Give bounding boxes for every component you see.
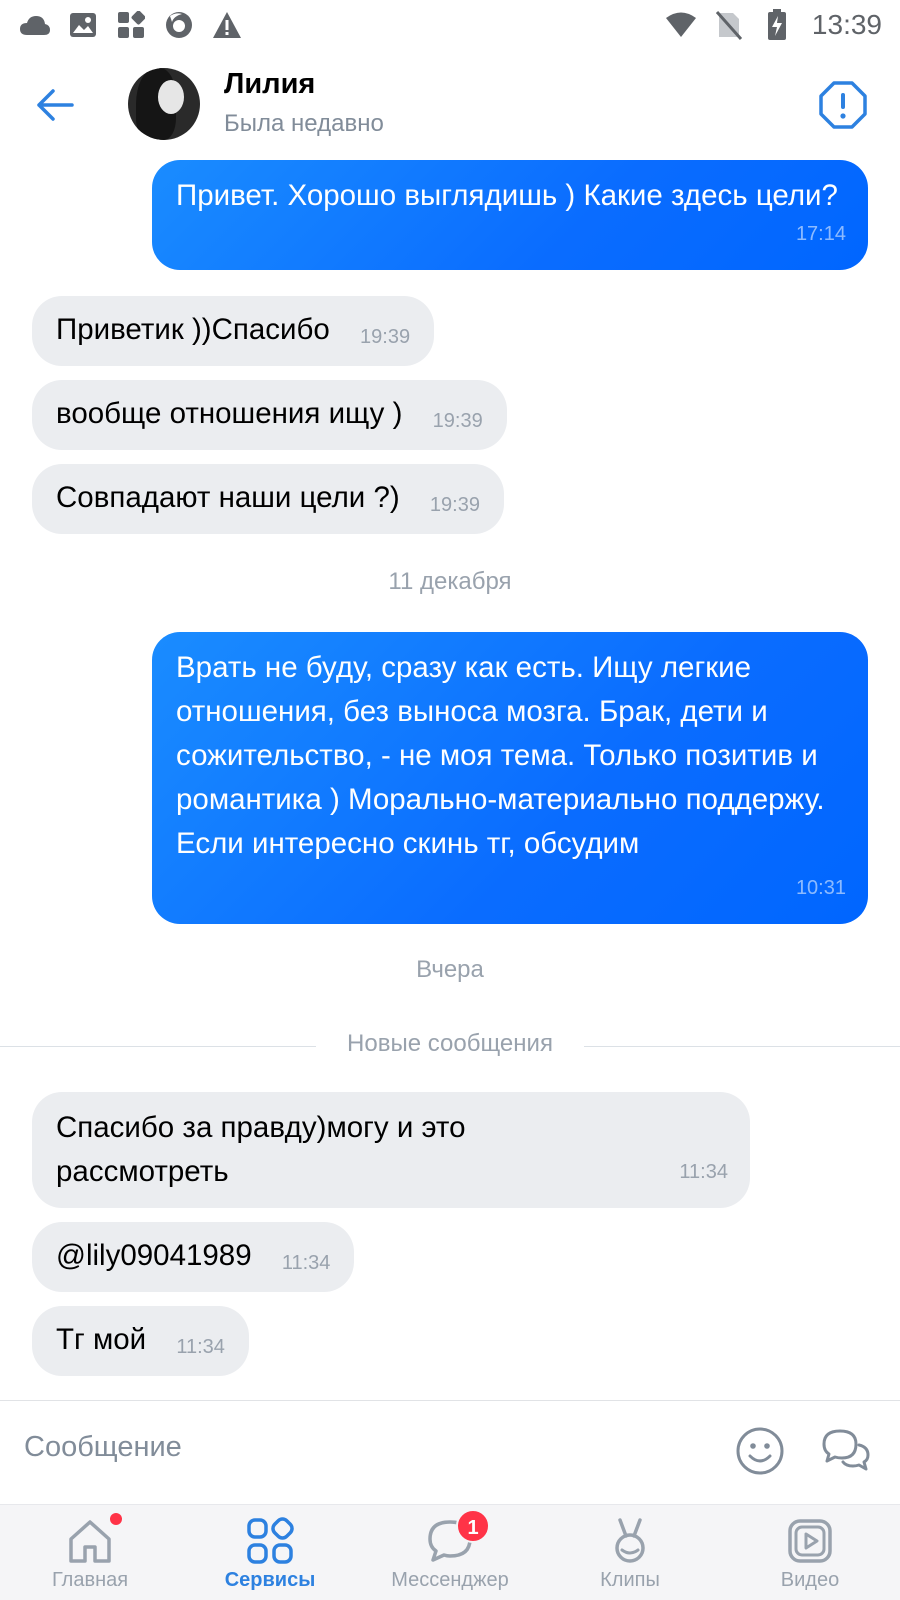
nav-item-clips[interactable]: Клипы — [540, 1505, 720, 1600]
message-outgoing[interactable]: Врать не буду, сразу как есть. Ищу легки… — [152, 632, 868, 924]
clips-icon — [602, 1515, 658, 1567]
nav-item-services[interactable]: Сервисы — [180, 1505, 360, 1600]
message-text: Совпадают наши цели ?) — [56, 481, 400, 514]
nav-item-home[interactable]: Главная — [0, 1505, 180, 1600]
chat-bubbles-button[interactable] — [818, 1423, 874, 1479]
services-icon — [242, 1515, 298, 1567]
message-incoming[interactable]: Спасибо за правду)могу и это рассмотреть… — [32, 1092, 750, 1208]
video-icon — [782, 1515, 838, 1567]
message-text: Врать не буду, сразу как есть. Ищу легки… — [176, 651, 825, 860]
message-time: 11:34 — [176, 1336, 225, 1358]
message-list: Привет. Хорошо выглядишь ) Какие здесь ц… — [0, 0, 900, 1400]
smile-icon — [736, 1427, 784, 1475]
emoji-button[interactable] — [732, 1423, 788, 1479]
new-messages-separator: Новые сообщения — [0, 1026, 900, 1066]
notification-dot — [110, 1513, 122, 1525]
message-input[interactable]: Сообщение — [24, 1431, 182, 1464]
nav-item-video[interactable]: Видео — [720, 1505, 900, 1600]
message-text: @lily09041989 — [56, 1239, 252, 1272]
date-separator: 11 декабря — [388, 568, 512, 595]
message-time: 10:31 — [795, 877, 846, 899]
unread-badge: 1 — [456, 1509, 490, 1543]
message-incoming[interactable]: Приветик ))Спасибо 19:39 — [32, 296, 435, 366]
message-incoming[interactable]: @lily09041989 11:34 — [32, 1222, 355, 1292]
message-text: вообще отношения ищу ) — [56, 397, 403, 430]
message-text: Привет. Хорошо выглядишь ) Какие здесь ц… — [176, 179, 838, 212]
message-time: 11:34 — [281, 1252, 331, 1274]
message-text: Приветик ))Спасибо — [56, 313, 330, 346]
bottom-navigation: Главная Сервисы 1 Мессенджер Клипы Видео — [0, 1504, 900, 1600]
message-text: Спасибо за правду)могу и это рассмотреть — [56, 1111, 466, 1188]
nav-label: Мессенджер — [391, 1569, 509, 1591]
message-time: 19:39 — [432, 410, 483, 432]
nav-label: Видео — [780, 1569, 840, 1591]
home-icon — [62, 1515, 118, 1567]
nav-label: Сервисы — [224, 1569, 316, 1591]
chat-screen: 13:39 Лилия Была недавно Привет. Хорошо … — [0, 0, 900, 1600]
message-time: 11:34 — [679, 1161, 728, 1183]
new-messages-label: Новые сообщения — [347, 1030, 553, 1057]
message-incoming[interactable]: Совпадают наши цели ?) 19:39 — [32, 464, 504, 534]
nav-label: Главная — [51, 1569, 129, 1591]
message-text: Тг мой — [56, 1323, 147, 1356]
nav-label: Клипы — [600, 1569, 660, 1591]
message-input-bar: Сообщение — [0, 1400, 900, 1504]
chat-bubbles-icon — [822, 1429, 870, 1471]
nav-item-messenger[interactable]: 1 Мессенджер — [360, 1505, 540, 1600]
message-time: 17:14 — [795, 223, 846, 245]
message-incoming[interactable]: вообще отношения ищу ) 19:39 — [32, 380, 507, 450]
message-time: 19:39 — [360, 326, 411, 348]
message-time: 19:39 — [429, 494, 480, 516]
message-outgoing[interactable]: Привет. Хорошо выглядишь ) Какие здесь ц… — [152, 160, 868, 270]
date-separator: Вчера — [416, 956, 484, 983]
message-incoming[interactable]: Тг мой 11:34 — [32, 1306, 249, 1376]
